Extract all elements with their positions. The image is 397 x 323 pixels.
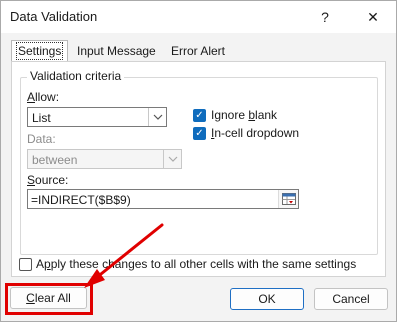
arrow-annotation-icon xyxy=(84,223,164,288)
data-validation-dialog: Data Validation ? ✕ Settings Input Messa… xyxy=(0,0,397,322)
